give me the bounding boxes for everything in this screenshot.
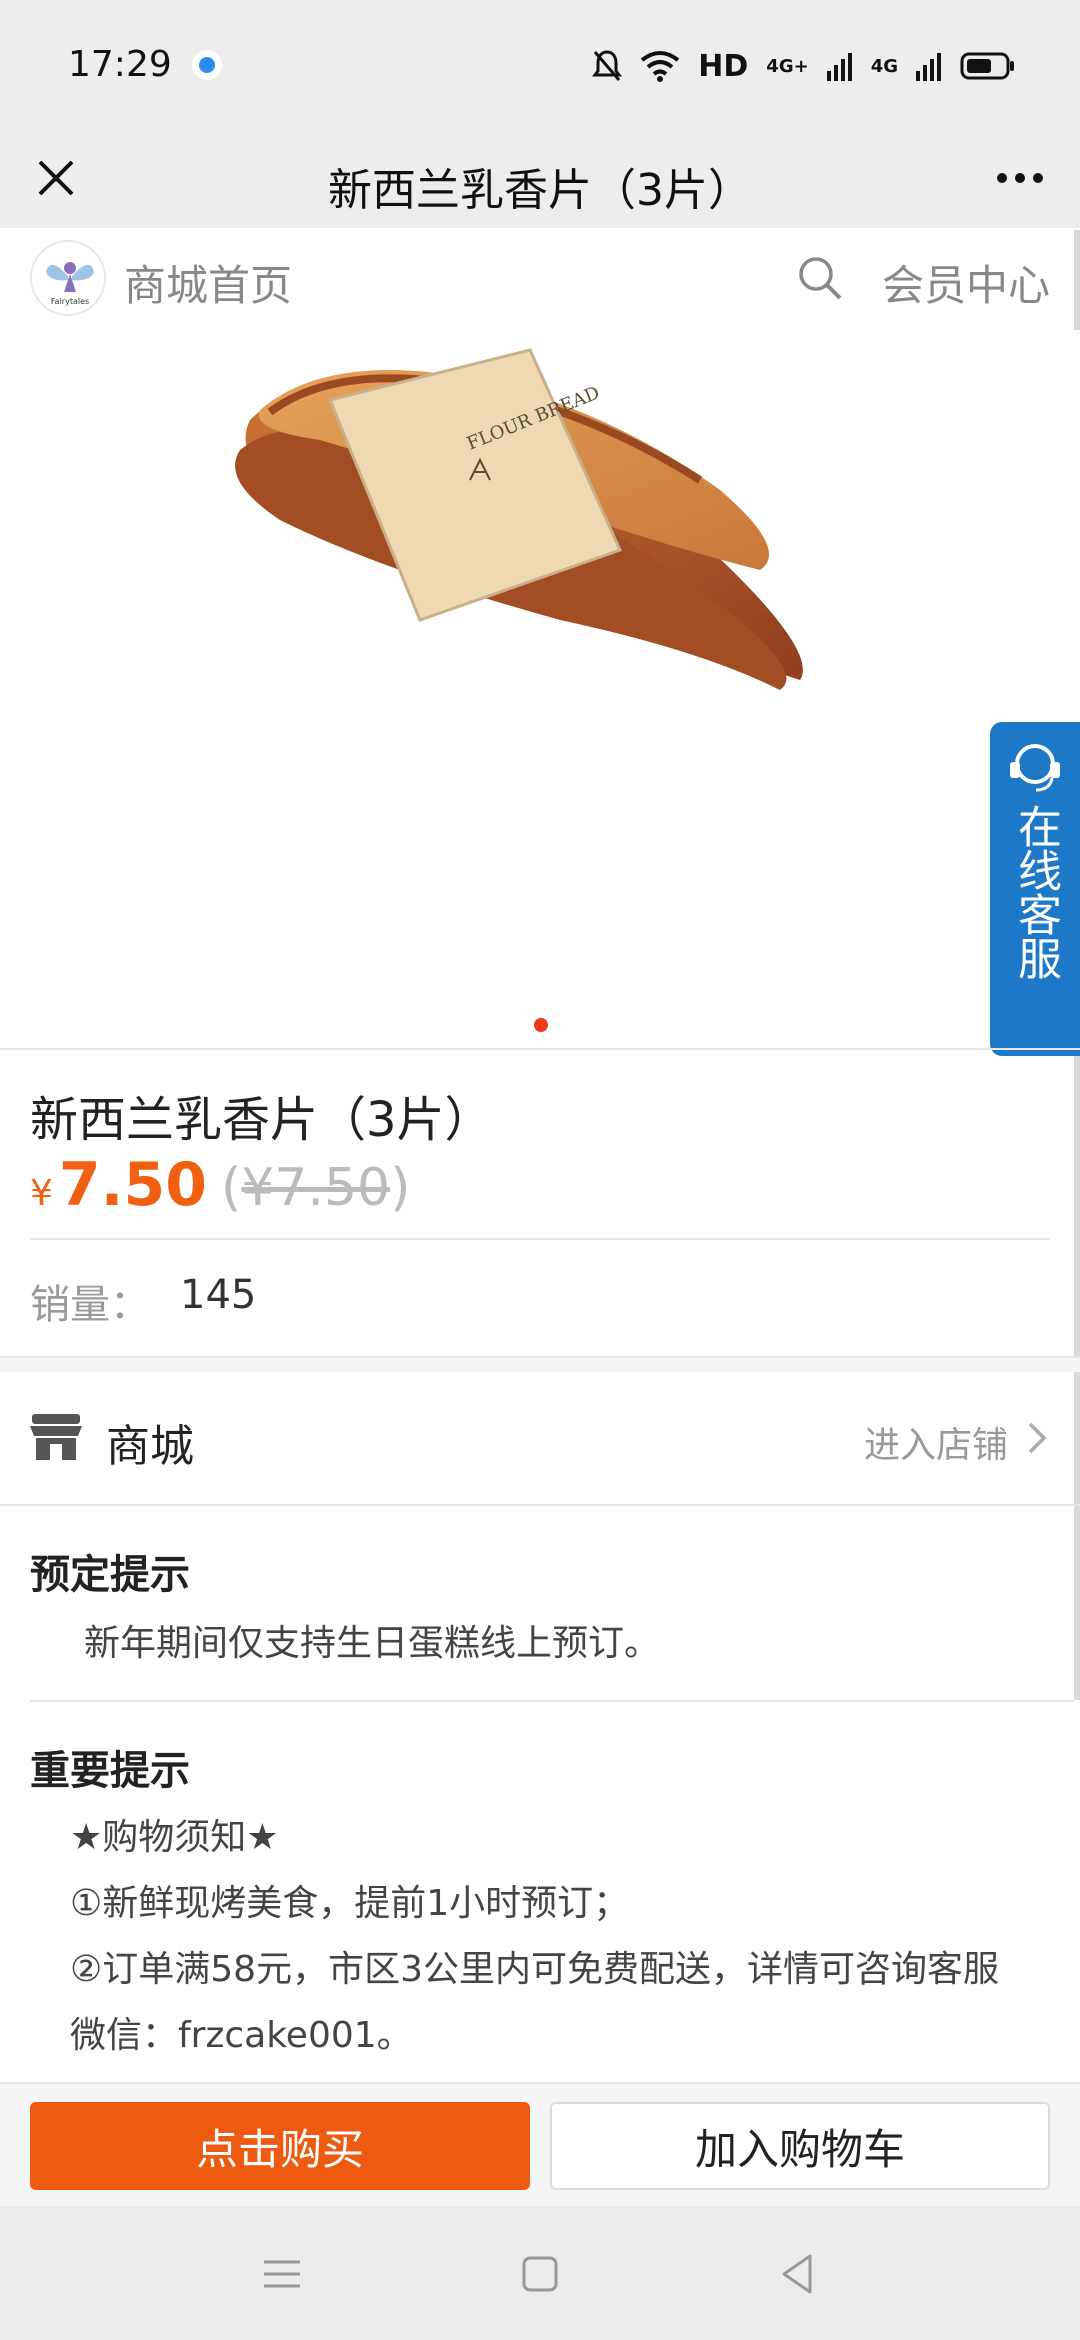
fairy-logo-icon: Fairytales (46, 262, 94, 306)
booking-notice-title: 预定提示 (30, 1552, 190, 1598)
shop-logo[interactable]: Fairytales (30, 240, 106, 316)
signal2-label: 4G (870, 55, 898, 77)
sales-value: 145 (180, 1272, 257, 1318)
divider (0, 1504, 1080, 1506)
product-title: 新西兰乳香片（3片） (30, 1092, 493, 1148)
app-header: 新西兰乳香片（3片） (0, 128, 1080, 228)
wifi-icon (641, 51, 680, 82)
booking-notice-text: 新年期间仅支持生日蛋糕线上预订。 (84, 1623, 661, 1664)
battery-icon (960, 52, 1014, 80)
notice-line: 微信：frzcake001。 (70, 2015, 413, 2056)
system-nav-bar (0, 2206, 1080, 2340)
back-icon[interactable] (770, 2246, 826, 2302)
product-price: 7.50 (58, 1150, 207, 1220)
enter-store-link[interactable]: 进入店铺 (864, 1416, 1008, 1468)
divider (30, 1238, 1050, 1240)
menu-icon[interactable] (254, 2246, 310, 2302)
bread-image: FLOUR BREAD (235, 348, 803, 690)
section-gap (0, 1356, 1080, 1372)
notice-line: ★购物须知★ (70, 1817, 279, 1858)
action-bar: 点击购买 加入购物车 (0, 2082, 1080, 2206)
chevron-right-icon (1028, 1422, 1047, 1454)
divider (0, 1048, 1080, 1050)
important-notice-title: 重要提示 (30, 1748, 190, 1794)
product-image[interactable]: FLOUR BREAD (0, 330, 1080, 1050)
shop-top-bar: Fairytales 商城首页 会员中心 (0, 228, 1080, 328)
notice-line: ①新鲜现烤美食，提前1小时预订； (70, 1883, 630, 1924)
buy-button[interactable]: 点击购买 (30, 2102, 530, 2190)
home-icon[interactable] (512, 2246, 568, 2302)
status-icons: HD 4G+ 4G (592, 46, 1016, 86)
headset-icon (1010, 744, 1060, 792)
status-bar: 17:29 HD 4G+ 4G (0, 0, 1080, 128)
shop-home-link[interactable]: 商城首页 (124, 252, 292, 313)
bell-mute-icon (592, 50, 623, 81)
sales-label: 销量： (30, 1282, 150, 1328)
more-icon[interactable] (990, 150, 1050, 206)
signal-icon (916, 53, 941, 81)
page-title: 新西兰乳香片（3片） (328, 165, 752, 216)
currency-symbol: ¥ (30, 1173, 53, 1214)
store-icon (30, 1414, 82, 1460)
price-row: ¥ 7.50 (¥7.50) (30, 1150, 410, 1220)
signal-icon (826, 53, 852, 81)
store-name: 商城 (106, 1421, 194, 1472)
signal1-label: 4G+ (766, 55, 809, 77)
svg-text:Fairytales: Fairytales (51, 297, 89, 306)
member-center-link[interactable]: 会员中心 (882, 252, 1050, 313)
online-service-button[interactable]: 在线客服 (990, 722, 1080, 1056)
service-label: 在线客服 (1010, 804, 1061, 980)
status-time: 17:29 (68, 44, 172, 85)
search-icon[interactable] (794, 252, 846, 304)
notification-dot-icon (192, 50, 222, 80)
original-price: (¥7.50) (220, 1158, 411, 1218)
network-label: HD (698, 48, 749, 84)
carousel-indicator[interactable] (534, 1018, 548, 1032)
divider (30, 1700, 1074, 1702)
notice-line: ②订单满58元，市区3公里内可免费配送，详情可咨询客服 (70, 1949, 999, 1990)
add-to-cart-button[interactable]: 加入购物车 (550, 2102, 1050, 2190)
